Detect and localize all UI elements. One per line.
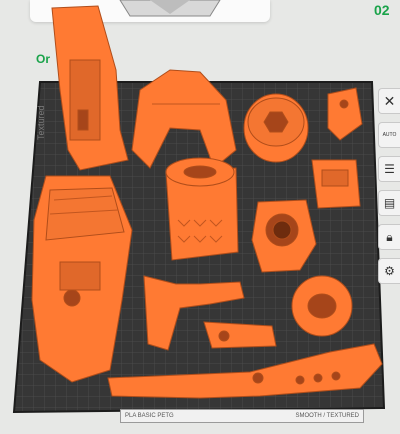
part-cylinder[interactable] (165, 157, 239, 261)
auto-arrange-button[interactable]: AUTO (378, 122, 400, 148)
layers-icon: ▤ (383, 196, 396, 210)
close-button[interactable]: ✕ (378, 88, 400, 114)
layers-button[interactable]: ▤ (378, 190, 400, 216)
auto-arrange-icon: AUTO (382, 132, 397, 138)
plate-status-bar: PLA BASIC PETG SMOOTH / TEXTURED (120, 409, 364, 423)
settings-button[interactable]: ⚙ (378, 258, 400, 284)
part-flat-bar[interactable] (203, 321, 277, 349)
sheet-label: PLA BASIC PETG (125, 413, 174, 419)
part-clip[interactable] (311, 159, 361, 209)
settings-icon: ⚙ (384, 264, 395, 278)
sheet-label-2: SMOOTH / TEXTURED (295, 413, 359, 419)
part-wheel[interactable] (243, 93, 309, 163)
list-icon: ☰ (384, 162, 395, 176)
part-gear-ring[interactable] (291, 275, 353, 337)
right-toolbar: ✕ AUTO ☰ ▤ 🔒︎ ⚙ (378, 88, 400, 292)
list-button[interactable]: ☰ (378, 156, 400, 182)
close-icon: ✕ (383, 92, 396, 109)
plate-brand-text: Textured (36, 105, 46, 140)
build-plate-scene[interactable]: Textured (0, 0, 400, 434)
lock-icon: 🔒︎ (386, 229, 393, 244)
lock-button[interactable]: 🔒︎ (378, 224, 400, 250)
